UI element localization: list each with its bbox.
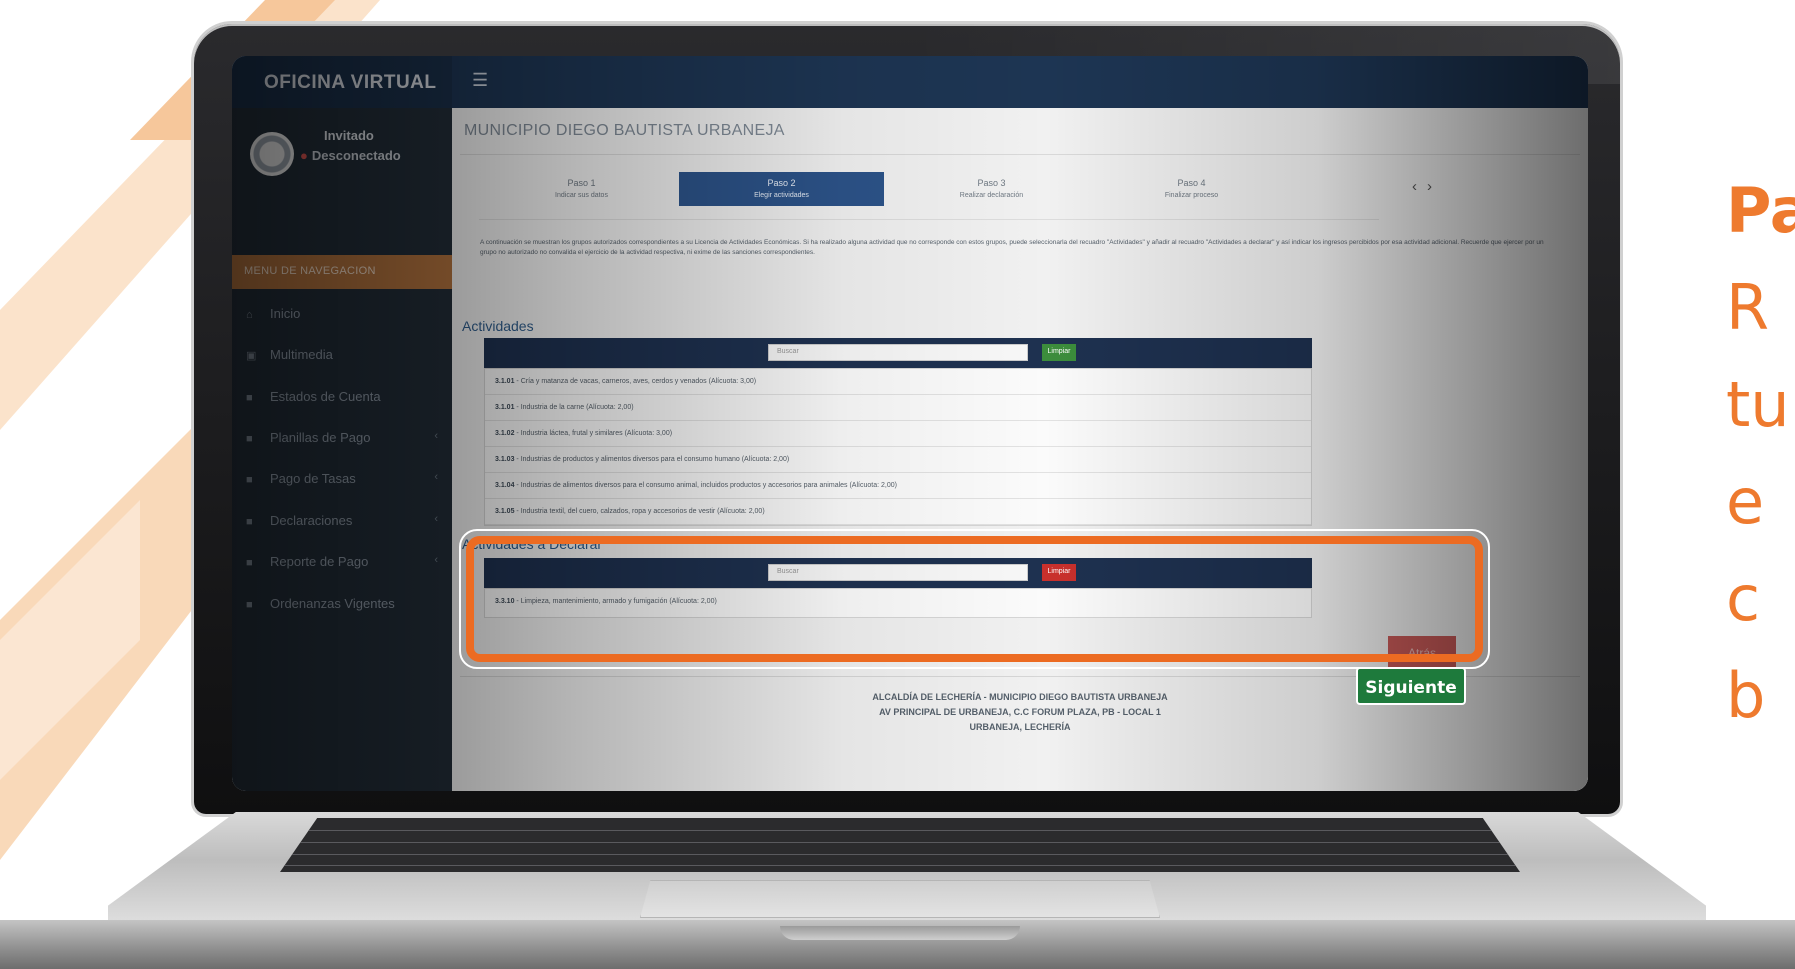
activity-text: Cría y matanza de vacas, carneros, aves,…: [520, 378, 757, 385]
sidebar-item-label: Reporte de Pago: [270, 554, 369, 569]
wizard-steps: Paso 1 Indicar sus datos Paso 2 Elegir act…: [479, 172, 1379, 220]
hamburger-icon[interactable]: ☰: [472, 70, 488, 91]
sidebar-item-planillas[interactable]: ■ Planillas de Pago ‹: [232, 419, 452, 455]
keyboard: [280, 818, 1520, 872]
side-caption-line: c: [1726, 562, 1761, 635]
avatar: [250, 132, 294, 176]
activity-code: 3.1.01: [495, 404, 515, 411]
chevron-right-icon[interactable]: ›: [1427, 178, 1442, 195]
side-caption-line: Pa: [1726, 174, 1795, 247]
side-caption-line: e: [1726, 465, 1765, 538]
step-3[interactable]: Paso 3 Realizar declaración: [889, 172, 1094, 206]
sidebar-item-label: Pago de Tasas: [270, 471, 356, 486]
sidebar-item-label: Declaraciones: [270, 513, 353, 528]
step-title: Paso 4: [1177, 178, 1206, 188]
instructions-text: A continuación se muestran los grupos au…: [480, 239, 1544, 256]
laptop-notch: [780, 926, 1020, 940]
status-dot-icon: ●: [300, 148, 308, 163]
list-item[interactable]: 3.1.03 - Industrias de productos y alime…: [485, 447, 1311, 473]
chevron-left-icon: ‹: [434, 554, 438, 566]
step-subtitle: Elegir actividades: [754, 192, 809, 199]
sidebar-item-declaraciones[interactable]: ■ Declaraciones ‹: [232, 502, 452, 538]
chevron-left-icon: ‹: [434, 430, 438, 442]
chevron-left-icon: ‹: [434, 513, 438, 525]
step-title: Paso 3: [977, 178, 1006, 188]
sidebar-item-tasas[interactable]: ■ Pago de Tasas ‹: [232, 460, 452, 496]
step-subtitle: Finalizar proceso: [1164, 192, 1219, 199]
brand-title: OFICINA VIRTUAL: [232, 56, 452, 108]
activity-code: 3.1.03: [495, 456, 515, 463]
sidebar-item-ordenanzas[interactable]: ■ Ordenanzas Vigentes: [232, 585, 452, 621]
step-4[interactable]: Paso 4 Finalizar proceso: [1089, 172, 1294, 206]
side-caption-line: b: [1726, 659, 1766, 732]
user-status: ● Desconectado: [300, 148, 401, 163]
chevron-left-icon[interactable]: ‹: [1412, 178, 1427, 195]
key-row: [280, 854, 1520, 855]
search-placeholder: Buscar: [777, 348, 799, 355]
square-icon: ■: [246, 433, 253, 445]
step-title: Paso 2: [767, 178, 796, 188]
activities-table-header: Buscar Limpiar: [484, 338, 1312, 368]
square-icon: ■: [246, 392, 253, 404]
activity-text: Industria textil, del cuero, calzados, r…: [520, 508, 765, 515]
list-item[interactable]: 3.1.04 - Industrias de alimentos diverso…: [485, 473, 1311, 499]
step-nav-arrows[interactable]: ‹›: [1412, 178, 1442, 195]
sidebar-item-inicio[interactable]: ⌂ Inicio: [232, 295, 452, 331]
list-item[interactable]: 3.1.02 - Industria láctea, frutal y simi…: [485, 421, 1311, 447]
media-icon: ▣: [246, 350, 257, 362]
activities-list: 3.1.01 - Cría y matanza de vacas, carner…: [484, 368, 1312, 526]
sidebar-item-label: Inicio: [270, 306, 301, 321]
sidebar-item-label: Multimedia: [270, 347, 333, 362]
list-item[interactable]: 3.1.01 - Industria de la carne (Alícuota…: [485, 395, 1311, 421]
sidebar-item-label: Ordenanzas Vigentes: [270, 596, 395, 611]
activity-code: 3.1.05: [495, 508, 515, 515]
square-icon: ■: [246, 474, 253, 486]
square-icon: ■: [246, 599, 253, 611]
list-item[interactable]: 3.1.05 - Industria textil, del cuero, ca…: [485, 499, 1311, 525]
sidebar-item-label: Planillas de Pago: [270, 430, 371, 445]
activity-text: Industria de la carne (Alícuota: 2,00): [520, 404, 634, 411]
user-status-label: Desconectado: [311, 148, 401, 163]
declare-highlight-box: [466, 536, 1483, 662]
side-caption: Pa R tu e c b: [1726, 162, 1795, 744]
step-subtitle: Realizar declaración: [959, 192, 1024, 199]
activities-clear-button[interactable]: Limpiar: [1042, 344, 1076, 361]
sidebar-item-label: Estados de Cuenta: [270, 389, 381, 404]
list-item[interactable]: 3.1.01 - Cría y matanza de vacas, carner…: [485, 369, 1311, 395]
step-title: Paso 1: [567, 178, 596, 188]
side-caption-line: tu: [1726, 368, 1790, 441]
step-subtitle: Indicar sus datos: [555, 192, 608, 199]
sidebar-item-reporte[interactable]: ■ Reporte de Pago ‹: [232, 543, 452, 579]
page-title: MUNICIPIO DIEGO BAUTISTA URBANEJA: [464, 122, 785, 139]
footer-line: URBANEJA, LECHERÍA: [969, 722, 1071, 732]
top-bar: OFICINA VIRTUAL ☰: [232, 56, 1588, 108]
activity-text: Industrias de alimentos diversos para el…: [520, 482, 897, 489]
sidebar-item-multimedia[interactable]: ▣ Multimedia: [232, 336, 452, 372]
square-icon: ■: [246, 557, 253, 569]
step-1[interactable]: Paso 1 Indicar sus datos: [479, 172, 684, 206]
activity-code: 3.1.02: [495, 430, 515, 437]
chevron-left-icon: ‹: [434, 471, 438, 483]
divider: [460, 154, 1580, 155]
footer-line: AV PRINCIPAL DE URBANEJA, C.C FORUM PLAZ…: [879, 707, 1161, 717]
activity-code: 3.1.04: [495, 482, 515, 489]
activities-search-input[interactable]: Buscar: [768, 344, 1028, 361]
trackpad: [640, 880, 1160, 918]
activities-title: Actividades: [462, 318, 534, 334]
step-2[interactable]: Paso 2 Elegir actividades: [679, 172, 884, 206]
home-icon: ⌂: [246, 309, 253, 321]
key-row: [280, 830, 1520, 831]
sidebar: Invitado ● Desconectado MENU DE NAVEGACIO…: [232, 108, 452, 791]
activity-text: Industrias de productos y alimentos dive…: [520, 456, 790, 463]
user-name: Invitado: [324, 128, 374, 143]
activity-text: Industria láctea, frutal y similares (Al…: [520, 430, 673, 437]
side-caption-line: R: [1726, 271, 1770, 344]
activity-code: 3.1.01: [495, 378, 515, 385]
next-button[interactable]: Siguiente: [1356, 667, 1466, 705]
key-row: [280, 842, 1520, 843]
square-icon: ■: [246, 516, 253, 528]
key-row: [280, 865, 1520, 866]
sidebar-item-estados[interactable]: ■ Estados de Cuenta: [232, 378, 452, 414]
nav-header: MENU DE NAVEGACION: [232, 255, 452, 289]
